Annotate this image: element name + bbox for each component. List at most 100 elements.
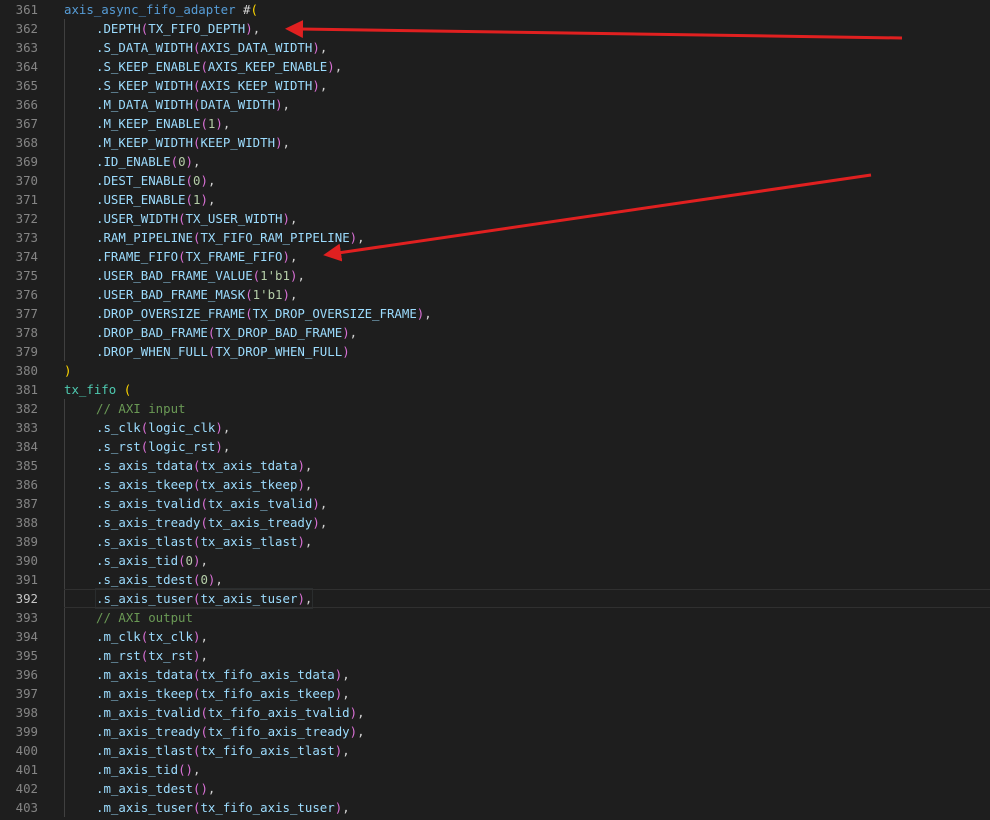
line-number: 391: [15, 572, 38, 587]
code-line[interactable]: 364 .S_KEEP_ENABLE(AXIS_KEEP_ENABLE),: [0, 57, 990, 76]
code-token: (: [185, 173, 193, 188]
indent-guide: [64, 437, 65, 456]
code-editor[interactable]: 361 axis_async_fifo_adapter #(362 .DEPTH(T…: [0, 0, 990, 820]
code-line[interactable]: 382 // AXI input: [0, 399, 990, 418]
code-token: (: [200, 705, 208, 720]
code-token: ): [215, 116, 223, 131]
code-token: .RAM_PIPELINE: [96, 230, 193, 245]
code-token: ,: [342, 800, 350, 815]
code-line[interactable]: 379 .DROP_WHEN_FULL(TX_DROP_WHEN_FULL): [0, 342, 990, 361]
code-token: ,: [319, 496, 328, 511]
code-text: // AXI input: [96, 399, 186, 418]
code-line[interactable]: 375 .USER_BAD_FRAME_VALUE(1'b1),: [0, 266, 990, 285]
code-token: .s_axis_tdest: [96, 572, 193, 587]
code-line[interactable]: 383 .s_clk(logic_clk),: [0, 418, 990, 437]
code-line[interactable]: 371 .USER_ENABLE(1),: [0, 190, 990, 209]
code-line[interactable]: 390 .s_axis_tid(0),: [0, 551, 990, 570]
code-token: logic_rst: [148, 439, 216, 454]
code-text: .M_KEEP_ENABLE(1),: [96, 114, 230, 133]
code-text: .s_axis_tlast(tx_axis_tlast),: [96, 532, 312, 551]
code-token: DATA_WIDTH: [200, 97, 276, 112]
code-line[interactable]: 380): [0, 361, 990, 380]
code-token: .USER_BAD_FRAME_VALUE: [96, 268, 253, 283]
indent-guide: [64, 228, 65, 247]
code-line[interactable]: 395 .m_rst(tx_rst),: [0, 646, 990, 665]
code-line[interactable]: 386 .s_axis_tkeep(tx_axis_tkeep),: [0, 475, 990, 494]
code-token: TX_FIFO_DEPTH: [148, 21, 246, 36]
indent-guide: [64, 456, 65, 475]
code-line[interactable]: 369 .ID_ENABLE(0),: [0, 152, 990, 171]
code-line[interactable]: 403 .m_axis_tuser(tx_fifo_axis_tuser),: [0, 798, 990, 817]
code-line[interactable]: 384 .s_rst(logic_rst),: [0, 437, 990, 456]
code-text: .m_axis_tuser(tx_fifo_axis_tuser),: [96, 798, 350, 817]
indent-guide: [64, 342, 65, 361]
code-token: .m_clk: [96, 629, 141, 644]
code-line[interactable]: 367 .M_KEEP_ENABLE(1),: [0, 114, 990, 133]
code-text: .s_axis_tdata(tx_axis_tdata),: [96, 456, 312, 475]
code-token: .m_axis_tkeep: [96, 686, 193, 701]
code-line[interactable]: 373 .RAM_PIPELINE(TX_FIFO_RAM_PIPELINE),: [0, 228, 990, 247]
code-token: ,: [424, 306, 432, 321]
code-line[interactable]: 388 .s_axis_tready(tx_axis_tready),: [0, 513, 990, 532]
code-text: .m_clk(tx_clk),: [96, 627, 208, 646]
code-line[interactable]: 397 .m_axis_tkeep(tx_fifo_axis_tkeep),: [0, 684, 990, 703]
code-token: tx_axis_tlast: [200, 534, 298, 549]
indent-guide: [64, 133, 65, 152]
code-line[interactable]: 391 .s_axis_tdest(0),: [0, 570, 990, 589]
code-token: ): [312, 78, 320, 93]
indent-guide: [64, 779, 65, 798]
code-line[interactable]: 377 .DROP_OVERSIZE_FRAME(TX_DROP_OVERSIZE…: [0, 304, 990, 323]
code-line[interactable]: 378 .DROP_BAD_FRAME(TX_DROP_BAD_FRAME),: [0, 323, 990, 342]
code-line[interactable]: 393 // AXI output: [0, 608, 990, 627]
code-token: ,: [215, 572, 223, 587]
code-token: ,: [282, 97, 290, 112]
code-token: ,: [193, 154, 201, 169]
code-line[interactable]: 361 axis_async_fifo_adapter #(: [0, 0, 990, 19]
code-line[interactable]: 368 .M_KEEP_WIDTH(KEEP_WIDTH),: [0, 133, 990, 152]
code-token: 0: [200, 572, 208, 587]
code-token: tx_clk: [148, 629, 193, 644]
code-token: ,: [200, 629, 208, 644]
indent-guide: [64, 684, 65, 703]
code-line[interactable]: 370 .DEST_ENABLE(0),: [0, 171, 990, 190]
code-token: .s_clk: [96, 420, 141, 435]
code-line[interactable]: 362 .DEPTH(TX_FIFO_DEPTH),: [0, 19, 990, 38]
code-line[interactable]: 374 .FRAME_FIFO(TX_FRAME_FIFO),: [0, 247, 990, 266]
code-line[interactable]: 363 .S_DATA_WIDTH(AXIS_DATA_WIDTH),: [0, 38, 990, 57]
line-number: 367: [15, 116, 38, 131]
code-line[interactable]: 365 .S_KEEP_WIDTH(AXIS_KEEP_WIDTH),: [0, 76, 990, 95]
code-token: // AXI input: [96, 401, 186, 416]
code-text: .s_rst(logic_rst),: [96, 437, 230, 456]
code-line[interactable]: 401 .m_axis_tid(),: [0, 760, 990, 779]
code-token: 0: [185, 553, 193, 568]
code-token: ): [297, 477, 305, 492]
code-text: .s_axis_tkeep(tx_axis_tkeep),: [96, 475, 312, 494]
code-text: .s_axis_tdest(0),: [96, 570, 223, 589]
code-line[interactable]: 376 .USER_BAD_FRAME_MASK(1'b1),: [0, 285, 990, 304]
code-text: .m_axis_tdata(tx_fifo_axis_tdata),: [96, 665, 350, 684]
code-line[interactable]: 381 tx_fifo (: [0, 380, 990, 399]
code-line[interactable]: 396 .m_axis_tdata(tx_fifo_axis_tdata),: [0, 665, 990, 684]
code-token: .s_axis_tready: [96, 515, 201, 530]
code-line[interactable]: 372 .USER_WIDTH(TX_USER_WIDTH),: [0, 209, 990, 228]
code-token: ): [342, 325, 350, 340]
code-token: ): [215, 420, 223, 435]
code-line[interactable]: 366 .M_DATA_WIDTH(DATA_WIDTH),: [0, 95, 990, 114]
code-token: ): [312, 40, 320, 55]
code-line[interactable]: 394 .m_clk(tx_clk),: [0, 627, 990, 646]
code-line[interactable]: 402 .m_axis_tdest(),: [0, 779, 990, 798]
code-line[interactable]: 400 .m_axis_tlast(tx_fifo_axis_tlast),: [0, 741, 990, 760]
line-number: 379: [15, 344, 38, 359]
line-number: 387: [15, 496, 38, 511]
code-line[interactable]: 398 .m_axis_tvalid(tx_fifo_axis_tvalid),: [0, 703, 990, 722]
code-line[interactable]: 387 .s_axis_tvalid(tx_axis_tvalid),: [0, 494, 990, 513]
code-line[interactable]: 385 .s_axis_tdata(tx_axis_tdata),: [0, 456, 990, 475]
code-line[interactable]: 392 .s_axis_tuser(tx_axis_tuser),: [0, 588, 990, 609]
line-number: 403: [15, 800, 38, 815]
code-line[interactable]: 399 .m_axis_tready(tx_fifo_axis_tready),: [0, 722, 990, 741]
line-number: 362: [15, 21, 38, 36]
code-line[interactable]: 389 .s_axis_tlast(tx_axis_tlast),: [0, 532, 990, 551]
code-token: (: [123, 382, 132, 397]
indent-guide: [64, 323, 65, 342]
code-token: .ID_ENABLE: [96, 154, 171, 169]
